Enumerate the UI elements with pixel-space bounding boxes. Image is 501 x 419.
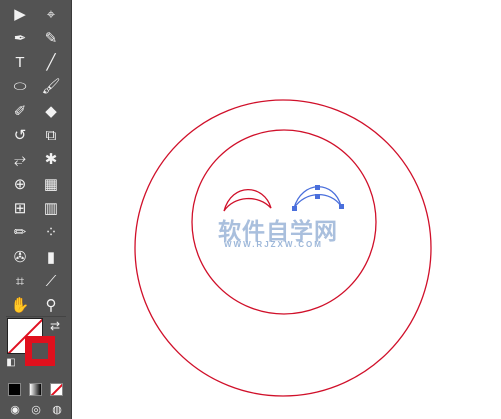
puppet-warp-tool-icon[interactable]: ✱ xyxy=(38,149,64,171)
scale-tool-icon[interactable]: ⧉ xyxy=(38,125,64,147)
selection-tool-icon[interactable]: ▶ xyxy=(7,3,33,25)
mesh-tool-icon[interactable]: ⊞ xyxy=(7,197,33,219)
shaper-tool-icon[interactable]: ✐ xyxy=(7,100,33,122)
type-tool-icon[interactable]: T xyxy=(7,52,33,74)
blend-tool-icon[interactable]: ⁘ xyxy=(38,222,64,244)
line-segment-tool-icon[interactable]: ╱ xyxy=(38,52,64,74)
eyedropper-tool-icon[interactable]: ✏ xyxy=(7,222,33,244)
draw-inside-icon[interactable]: ◍ xyxy=(48,402,66,418)
none-mode-icon[interactable] xyxy=(50,383,63,396)
stroke-swatch[interactable] xyxy=(25,336,55,366)
width-tool-icon[interactable]: ⥂ xyxy=(7,149,33,171)
curvature-tool-icon[interactable]: ✎ xyxy=(38,27,64,49)
column-graph-tool-icon[interactable]: ▮ xyxy=(38,246,64,268)
swap-fill-stroke-icon[interactable]: ⇄ xyxy=(46,318,64,334)
draw-behind-icon[interactable]: ◎ xyxy=(27,402,45,418)
color-mode-icon[interactable] xyxy=(8,383,21,396)
left-eye-crescent[interactable] xyxy=(223,188,272,212)
paintbrush-tool-icon[interactable]: 🖌 xyxy=(38,76,64,98)
watermark-url: WWW.RJZXW.COM xyxy=(224,240,323,249)
shape-builder-tool-icon[interactable]: ⊕ xyxy=(7,173,33,195)
draw-normal-icon[interactable]: ◉ xyxy=(6,402,24,418)
perspective-grid-tool-icon[interactable]: ▦ xyxy=(38,173,64,195)
zoom-tool-icon[interactable]: ⚲ xyxy=(38,295,64,317)
default-colors-icon[interactable]: ◧ xyxy=(4,356,18,370)
artwork xyxy=(134,99,432,397)
toolbar-divider xyxy=(6,316,66,317)
slice-tool-icon[interactable]: ⟋ xyxy=(38,270,64,292)
direct-selection-tool-icon[interactable]: ⌖ xyxy=(38,3,64,25)
gradient-tool-icon[interactable]: ▥ xyxy=(38,197,64,219)
gradient-mode-icon[interactable] xyxy=(29,383,42,396)
hand-tool-icon[interactable]: ✋ xyxy=(7,295,33,317)
ellipse-tool-icon[interactable]: ⬭ xyxy=(7,76,33,98)
artboard-canvas[interactable]: 软件自学网 WWW.RJZXW.COM xyxy=(72,0,501,419)
eraser-tool-icon[interactable]: ◆ xyxy=(38,100,64,122)
symbol-sprayer-tool-icon[interactable]: ✇ xyxy=(7,246,33,268)
pen-tool-icon[interactable]: ✒ xyxy=(7,27,33,49)
rotate-tool-icon[interactable]: ↺ xyxy=(7,125,33,147)
tools-panel: ▶ ⌖ ✒ ✎ T ╱ ⬭ 🖌 ✐ ◆ ↺ ⧉ ⥂ ✱ ⊕ ▦ ⊞ ▥ ✏ ⁘ ✇ ▮ ⌗ ⟋ ✋ ⚲ ⇄ ◧ ◉ ◎ ◍ xyxy=(0,0,72,419)
artboard-tool-icon[interactable]: ⌗ xyxy=(7,270,33,292)
anchor-points[interactable] xyxy=(292,185,344,211)
